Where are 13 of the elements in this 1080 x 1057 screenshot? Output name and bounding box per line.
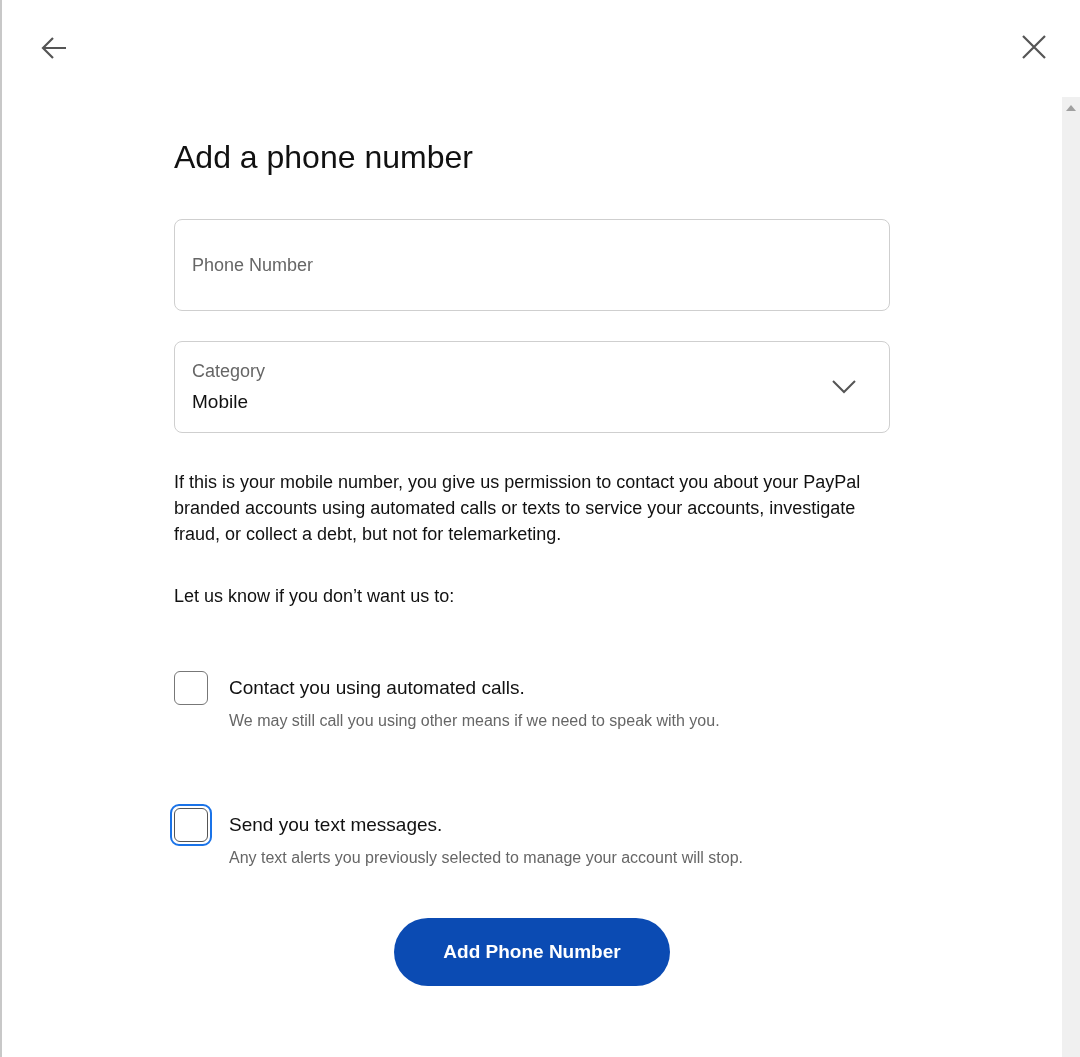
close-icon[interactable] [1021,34,1047,60]
consent-text: If this is your mobile number, you give us permission to contact you about your PayPal branded accounts using automated calls or texts to service your accounts, investigate fraud, or collect a debt, but not for telemarketing. [174,471,862,546]
add-phone-number-button[interactable]: Add Phone Number [394,918,670,986]
category-select[interactable]: Category Mobile [174,341,890,433]
page-title: Add a phone number [174,138,474,177]
checkbox-label: Contact you using automated calls. [229,677,526,699]
phone-number-field[interactable]: Phone Number [174,219,890,311]
checkbox[interactable] [174,671,208,705]
opt-out-heading: Let us know if you don’t want us to: [174,585,456,608]
checkbox-label: Send you text messages. [229,814,444,836]
checkbox-hint: We may still call you using other means if we need to speak with you. [229,712,720,730]
chevron-down-icon [831,379,857,395]
checkbox-hint: Any text alerts you previously selected to manage your account will stop. [229,849,744,867]
